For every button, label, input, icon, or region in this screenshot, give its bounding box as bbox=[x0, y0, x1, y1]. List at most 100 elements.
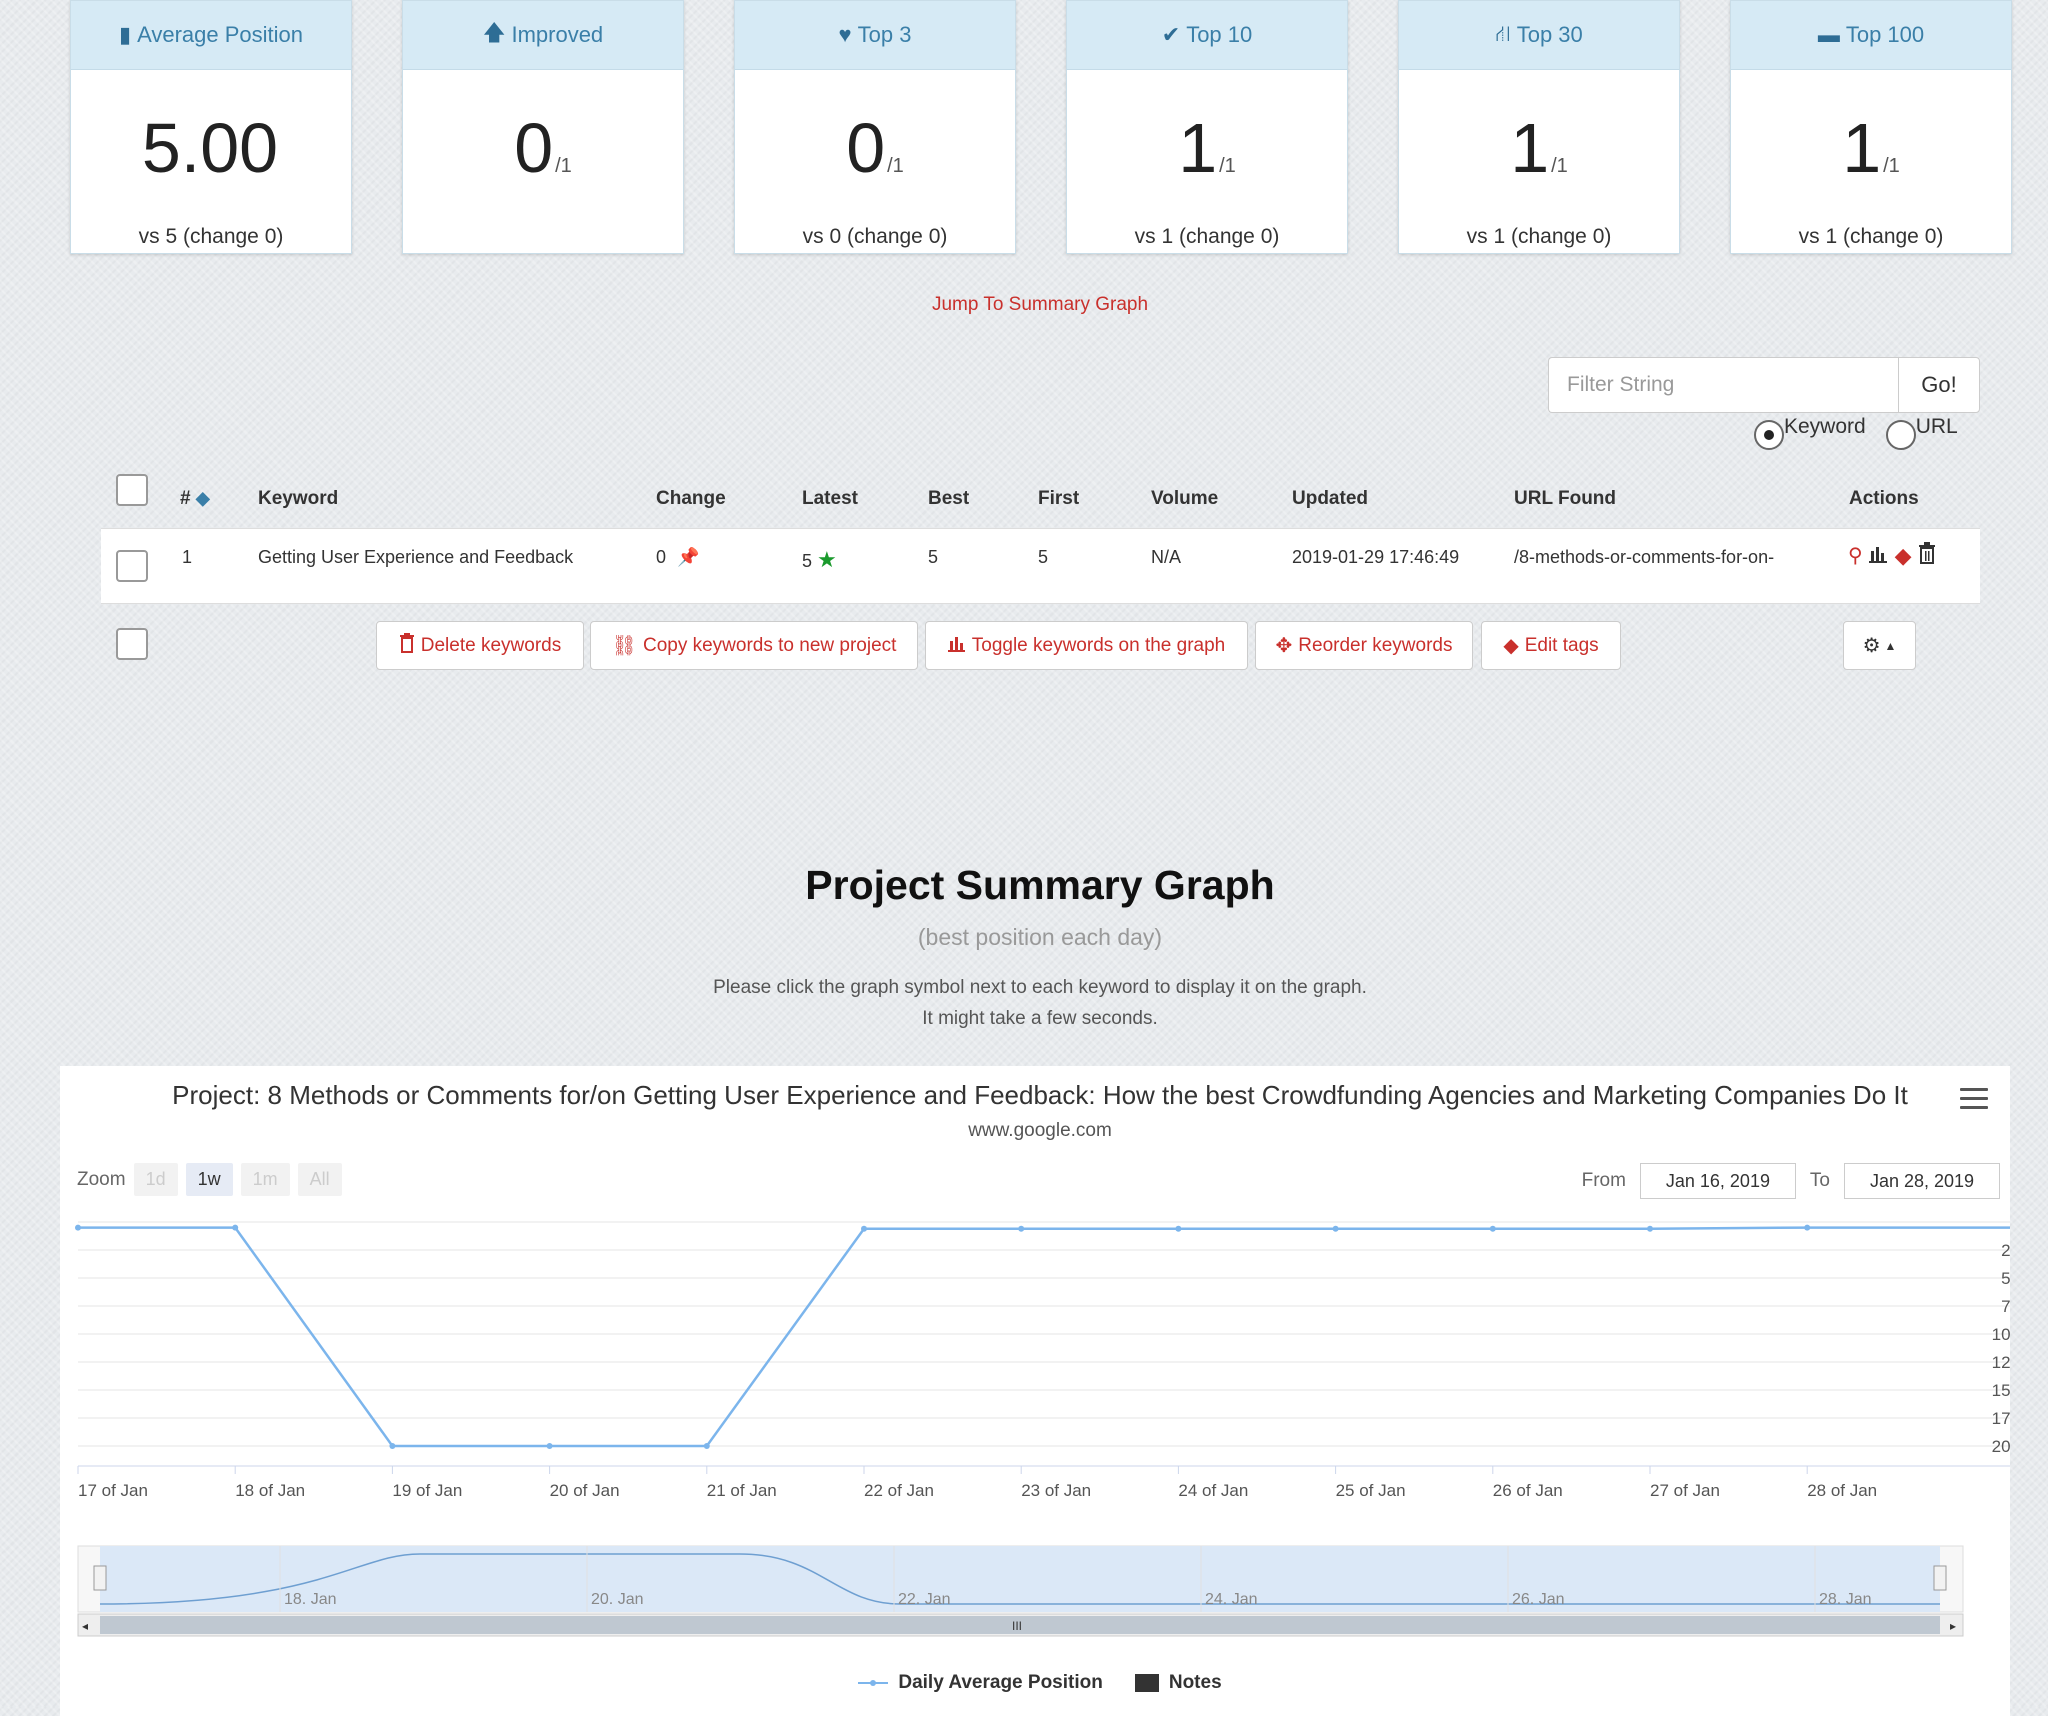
data-point[interactable] bbox=[232, 1224, 239, 1231]
go-button[interactable]: Go! bbox=[1898, 357, 1980, 413]
reorder-keywords-button[interactable]: ✥ Reorder keywords bbox=[1255, 621, 1473, 670]
kpi-denominator: /1 bbox=[1219, 155, 1236, 177]
radio-keyword[interactable] bbox=[1754, 420, 1784, 450]
to-date-input[interactable]: Jan 28, 2019 bbox=[1844, 1163, 2000, 1199]
kpi-value: 1/1 bbox=[1842, 109, 1900, 187]
x-tick-label: 21 of Jan bbox=[707, 1481, 777, 1500]
select-all-checkbox[interactable] bbox=[116, 474, 148, 506]
kpi-title: ⛙ Top 30 bbox=[1399, 1, 1679, 70]
hamburger-menu-icon[interactable] bbox=[1960, 1088, 1988, 1115]
data-point[interactable] bbox=[1647, 1225, 1653, 1232]
navigator-label: 22. Jan bbox=[898, 1591, 950, 1608]
data-point[interactable] bbox=[75, 1224, 81, 1231]
zoom-1m-button[interactable]: 1m bbox=[240, 1163, 290, 1196]
zoom-label: Zoom bbox=[77, 1168, 126, 1190]
x-tick-label: 22 of Jan bbox=[864, 1481, 934, 1500]
check-icon: ✔ bbox=[1161, 22, 1181, 47]
data-point[interactable] bbox=[703, 1443, 710, 1449]
zoom-1d-button[interactable]: 1d bbox=[133, 1163, 178, 1196]
x-tick-label: 28 of Jan bbox=[1807, 1481, 1877, 1500]
kpi-card: 🡅 Improved 0/1 bbox=[402, 0, 684, 254]
bar-chart-icon[interactable] bbox=[1868, 543, 1889, 568]
legend-notes[interactable]: Notes bbox=[1134, 1672, 1222, 1694]
data-point[interactable] bbox=[1489, 1225, 1496, 1232]
settings-dropdown-button[interactable]: ⚙ ▲ bbox=[1843, 621, 1916, 670]
edit-tags-button[interactable]: ◆ Edit tags bbox=[1481, 621, 1621, 670]
scroll-right-arrow-icon[interactable]: ▸ bbox=[1950, 1619, 1956, 1633]
filter-form: Go! bbox=[1548, 357, 1980, 413]
star-icon: ★ bbox=[817, 547, 837, 572]
col-num[interactable]: # ◆ bbox=[180, 488, 210, 510]
zoom-1w-button[interactable]: 1w bbox=[185, 1163, 233, 1196]
kpi-card: ▮ Average Position 5.00 vs 5 (change 0) bbox=[70, 0, 352, 254]
kpi-card: ▬ Top 100 1/1 vs 1 (change 0) bbox=[1730, 0, 2012, 254]
radio-url[interactable] bbox=[1885, 420, 1916, 450]
bar-chart-icon: ▮ bbox=[118, 22, 132, 47]
search-icon[interactable]: ⚲ bbox=[1848, 543, 1863, 568]
data-point[interactable] bbox=[546, 1443, 553, 1449]
navigator-window[interactable] bbox=[100, 1546, 1940, 1612]
gear-icon: ⚙ bbox=[1862, 635, 1881, 657]
kpi-denominator: /1 bbox=[1883, 155, 1900, 177]
arrow-up-icon: 🡅 bbox=[482, 20, 506, 45]
summary-note: Please click the graph symbol next to ea… bbox=[713, 977, 1367, 1029]
row-url-found[interactable]: /8-methods-or-comments-for-on- bbox=[1514, 547, 1774, 568]
zoom-all-button[interactable]: All bbox=[297, 1163, 342, 1196]
toggle-graph-button[interactable]: Toggle keywords on the graph bbox=[925, 621, 1248, 670]
summary-subtitle: (best position each day) bbox=[917, 924, 1163, 950]
kpi-value: 0/1 bbox=[514, 109, 572, 187]
scroll-left-arrow-icon[interactable]: ◂ bbox=[82, 1619, 88, 1633]
from-date-input[interactable]: Jan 16, 2019 bbox=[1639, 1163, 1796, 1199]
radio-keyword-label: Keyword bbox=[1784, 415, 1866, 438]
copy-keywords-button[interactable]: ⛓ Copy keywords to new project bbox=[590, 621, 918, 670]
chart-subtitle: www.google.com bbox=[968, 1120, 1112, 1141]
row-checkbox[interactable] bbox=[116, 550, 148, 582]
kpi-value: 1/1 bbox=[1178, 109, 1236, 187]
to-label: To bbox=[1809, 1170, 1830, 1191]
col-first: First bbox=[1038, 488, 1080, 509]
pin-icon: 📌 bbox=[677, 547, 700, 567]
col-volume: Volume bbox=[1151, 488, 1219, 509]
scroll-grip-icon[interactable]: III bbox=[1012, 1619, 1022, 1633]
data-point[interactable] bbox=[1175, 1225, 1182, 1232]
filter-input[interactable] bbox=[1548, 357, 1898, 413]
road-icon: ⛙ bbox=[1495, 20, 1511, 46]
sort-icon[interactable]: ◆ bbox=[196, 488, 210, 508]
legend-series[interactable]: Daily Average Position bbox=[858, 1672, 1103, 1694]
y-tick-label: 25 bbox=[2001, 1241, 2010, 1260]
navigator-left-handle[interactable] bbox=[93, 1565, 107, 1591]
trash-icon[interactable] bbox=[1918, 542, 1936, 569]
kpi-value: 1/1 bbox=[1510, 109, 1568, 187]
y-tick-label: 150 bbox=[1992, 1381, 2010, 1400]
data-point[interactable] bbox=[389, 1443, 396, 1449]
bulk-select-checkbox[interactable] bbox=[116, 628, 148, 660]
data-point[interactable] bbox=[1018, 1225, 1025, 1232]
kpi-title: ♥ Top 3 bbox=[735, 1, 1015, 70]
kpi-card: ♥ Top 3 0/1 vs 0 (change 0) bbox=[734, 0, 1016, 254]
data-point[interactable] bbox=[1332, 1225, 1339, 1232]
move-icon: ✥ bbox=[1275, 635, 1293, 657]
kpi-title: ▬ Top 100 bbox=[1731, 1, 2011, 70]
jump-to-summary-link[interactable]: Jump To Summary Graph bbox=[0, 294, 2048, 316]
navigator-label: 18. Jan bbox=[284, 1591, 336, 1608]
kpi-title: ▮ Average Position bbox=[71, 1, 351, 70]
col-change: Change bbox=[656, 488, 726, 509]
delete-keywords-button[interactable]: Delete keywords bbox=[376, 621, 584, 670]
kpi-comparison: vs 1 (change 0) bbox=[1134, 225, 1280, 248]
kpi-card: ✔ Top 10 1/1 vs 1 (change 0) bbox=[1066, 0, 1348, 254]
tags-icon[interactable]: ◆ bbox=[1895, 543, 1912, 569]
data-point[interactable] bbox=[1804, 1224, 1811, 1231]
col-actions: Actions bbox=[1849, 488, 1919, 509]
y-tick-label: 125 bbox=[1992, 1353, 2010, 1372]
row-first: 5 bbox=[1038, 547, 1049, 567]
x-tick-label: 23 of Jan bbox=[1021, 1481, 1091, 1500]
data-point[interactable] bbox=[861, 1225, 867, 1232]
navigator-right-handle[interactable] bbox=[1933, 1565, 1947, 1591]
x-tick-label: 20 of Jan bbox=[550, 1481, 620, 1500]
x-tick-label: 27 of Jan bbox=[1650, 1481, 1720, 1500]
filter-type-radios: Keyword URL bbox=[1754, 415, 1958, 450]
heart-icon: ♥ bbox=[838, 22, 852, 47]
row-updated: 2019-01-29 17:46:49 bbox=[1292, 547, 1460, 567]
row-num: 1 bbox=[182, 547, 193, 567]
tags-icon: ◆ bbox=[1503, 635, 1519, 657]
